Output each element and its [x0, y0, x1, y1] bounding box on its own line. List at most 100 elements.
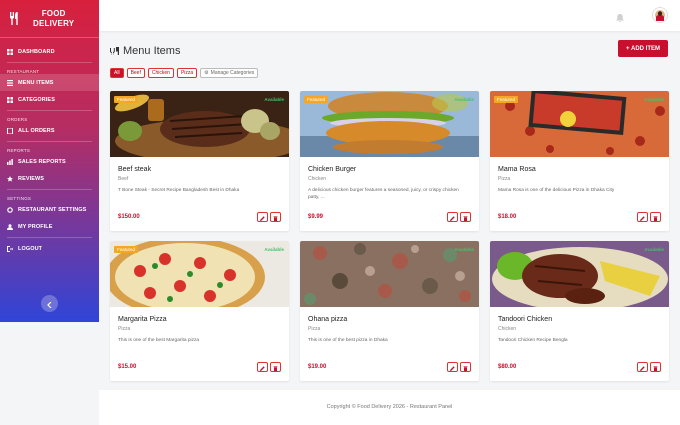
- chevron-left-icon: [47, 295, 52, 313]
- filter-pizza[interactable]: Pizza: [176, 68, 198, 78]
- food-image-tandoori-chicken: Available: [490, 241, 669, 307]
- item-description: This is one of the best Margarita pizza: [118, 338, 200, 343]
- item-name: Margarita Pizza: [118, 316, 167, 323]
- logout-icon: [7, 245, 13, 252]
- available-badge: Available: [264, 97, 284, 102]
- sidebar-item-all-orders[interactable]: ALL ORDERS: [0, 122, 99, 139]
- delete-button[interactable]: [460, 362, 471, 372]
- sidebar: FOOD DELIVERY DASHBOARD RESTAURANT MENU …: [0, 0, 99, 322]
- sidebar-label: REVIEWS: [18, 175, 45, 182]
- pencil-icon: [640, 358, 645, 376]
- food-image-ohana-pizza: Available: [300, 241, 479, 307]
- delete-button[interactable]: [270, 212, 281, 222]
- grid-icon: [7, 96, 13, 103]
- item-price: $9.99: [308, 214, 324, 220]
- delete-button[interactable]: [650, 212, 661, 222]
- item-category: Chicken: [308, 176, 327, 182]
- trash-icon: [273, 358, 278, 376]
- delete-button[interactable]: [270, 362, 281, 372]
- item-name: Ohana pizza: [308, 316, 348, 323]
- section-reports: REPORTS: [7, 148, 31, 153]
- featured-badge: Featured: [494, 96, 519, 103]
- menu-item-card[interactable]: Featured Available Mama Rosa Pizza Mama …: [490, 91, 669, 231]
- edit-button[interactable]: [447, 362, 458, 372]
- section-settings: SETTINGS: [7, 196, 32, 201]
- delete-button[interactable]: [650, 362, 661, 372]
- sidebar-item-dashboard[interactable]: DASHBOARD: [0, 43, 99, 60]
- sidebar-item-logout[interactable]: LOGOUT: [0, 240, 99, 257]
- bell-icon[interactable]: [616, 10, 624, 23]
- trash-icon: [273, 208, 278, 226]
- gear-icon: ⚙: [204, 70, 209, 76]
- sidebar-label: LOGOUT: [18, 245, 43, 252]
- list-icon: [7, 79, 13, 86]
- manage-categories-label: Manage Categories: [210, 70, 255, 76]
- sidebar-item-categories[interactable]: CATEGORIES: [0, 91, 99, 108]
- delete-button[interactable]: [460, 212, 471, 222]
- featured-badge: Featured: [114, 246, 139, 253]
- menu-item-card[interactable]: Featured Available Margarita Pizza Pizza…: [110, 241, 289, 381]
- divider: [7, 237, 92, 238]
- edit-button[interactable]: [637, 212, 648, 222]
- brand[interactable]: FOOD DELIVERY: [0, 0, 99, 38]
- sidebar-item-my-profile[interactable]: MY PROFILE: [0, 218, 99, 235]
- pencil-icon: [260, 358, 265, 376]
- page-header: Menu Items: [110, 42, 180, 60]
- main-content: Menu Items + ADD ITEM All Beef Chicken P…: [99, 31, 680, 425]
- sidebar-item-restaurant-settings[interactable]: RESTAURANT SETTINGS: [0, 201, 99, 218]
- food-image-margarita-pizza: Featured Available: [110, 241, 289, 307]
- sidebar-label: SALES REPORTS: [18, 158, 66, 165]
- edit-button[interactable]: [637, 362, 648, 372]
- pencil-icon: [640, 208, 645, 226]
- sidebar-label: DASHBOARD: [18, 48, 55, 55]
- edit-button[interactable]: [257, 362, 268, 372]
- featured-badge: Featured: [114, 96, 139, 103]
- item-category: Beef: [118, 176, 129, 182]
- menu-item-card[interactable]: Featured Available Chicken Burger Chicke…: [300, 91, 479, 231]
- filter-beef[interactable]: Beef: [126, 68, 145, 78]
- item-category: Pizza: [308, 326, 321, 332]
- sidebar-collapse-button[interactable]: [41, 295, 58, 312]
- pencil-icon: [450, 358, 455, 376]
- item-name: Mama Rosa: [498, 166, 536, 173]
- filter-all[interactable]: All: [110, 68, 124, 78]
- item-price: $150.00: [118, 214, 140, 220]
- menu-item-card[interactable]: Available Ohana pizza Pizza This is one …: [300, 241, 479, 381]
- brand-name: FOOD DELIVERY: [33, 9, 74, 29]
- avatar[interactable]: [652, 7, 668, 23]
- user-icon: [7, 223, 13, 230]
- item-name: Beef steak: [118, 166, 152, 173]
- item-price: $80.00: [498, 364, 517, 370]
- item-category: Chicken: [498, 326, 517, 332]
- divider: [7, 62, 92, 63]
- item-description: A delicious chicken burger features a se…: [308, 188, 459, 200]
- add-item-button[interactable]: + ADD ITEM: [618, 40, 668, 57]
- category-filters: All Beef Chicken Pizza ⚙ Manage Categori…: [110, 68, 259, 78]
- sidebar-item-reviews[interactable]: REVIEWS: [0, 170, 99, 187]
- food-image-chicken-burger: Featured Available: [300, 91, 479, 157]
- sidebar-label: RESTAURANT SETTINGS: [18, 206, 87, 213]
- dashboard-icon: [7, 48, 13, 55]
- brand-line1: FOOD: [41, 8, 66, 18]
- trash-icon: [653, 358, 658, 376]
- menu-item-card[interactable]: Available Tandoori Chicken Chicken Tando…: [490, 241, 669, 381]
- edit-button[interactable]: [447, 212, 458, 222]
- sidebar-label: CATEGORIES: [18, 96, 55, 103]
- chart-icon: [7, 158, 13, 165]
- sidebar-item-menu-items[interactable]: MENU ITEMS: [0, 74, 99, 91]
- footer-copyright: Copyright © Food Delivery 2026 - Restaur…: [326, 404, 453, 410]
- food-image-beef-steak: Featured Available: [110, 91, 289, 157]
- food-image-mama-rosa: Featured Available: [490, 91, 669, 157]
- divider: [7, 141, 92, 142]
- trash-icon: [463, 358, 468, 376]
- page-title: Menu Items: [123, 45, 181, 57]
- edit-button[interactable]: [257, 212, 268, 222]
- manage-categories-button[interactable]: ⚙ Manage Categories: [200, 68, 259, 78]
- menu-item-card[interactable]: Featured Available Beef steak Beef T Bon…: [110, 91, 289, 231]
- available-badge: Available: [264, 247, 284, 252]
- available-badge: Available: [454, 97, 474, 102]
- item-description: T Bone Steak - Secret Recipe Bangladesh …: [118, 188, 240, 193]
- filter-chicken[interactable]: Chicken: [147, 68, 174, 78]
- featured-badge: Featured: [304, 96, 329, 103]
- sidebar-item-sales-reports[interactable]: SALES REPORTS: [0, 153, 99, 170]
